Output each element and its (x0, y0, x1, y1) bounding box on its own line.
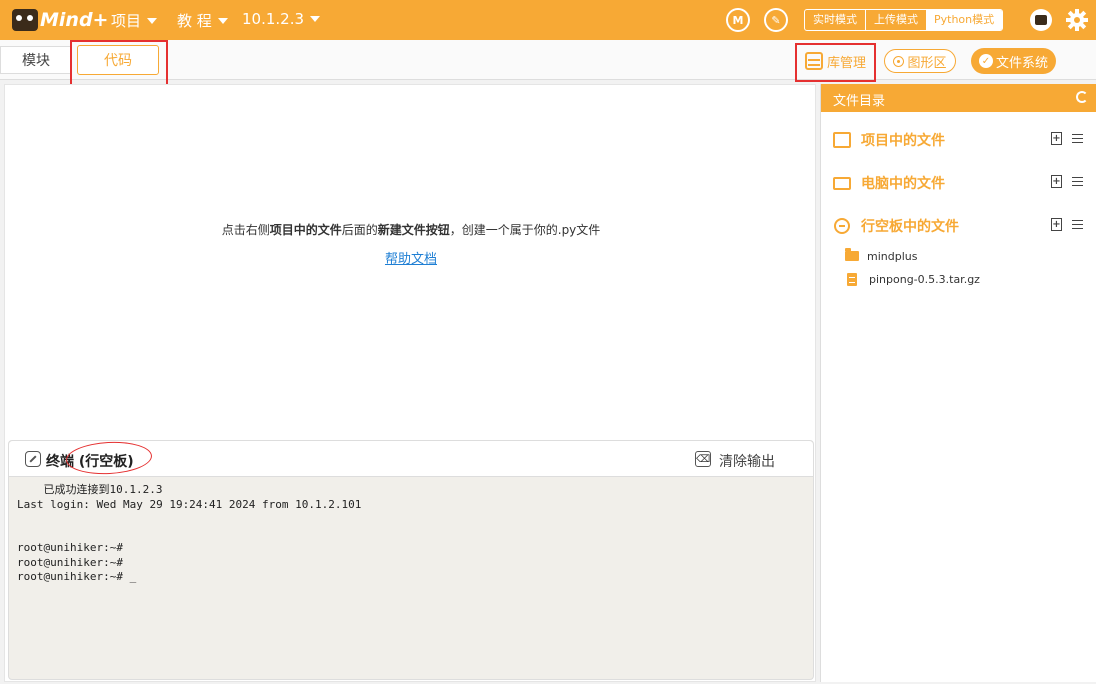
board-icon (834, 218, 850, 234)
section-project-files-label: 项目中的文件 (861, 133, 945, 149)
menu-tutorial[interactable]: 教 程 (177, 10, 228, 31)
chevron-down-icon (310, 16, 321, 22)
menu-device-label: 10.1.2.3 (242, 10, 305, 28)
empty-hint: 点击右侧项目中的文件后面的新建文件按钮，创建一个属于你的.py文件 (5, 221, 817, 238)
menu-project-label: 项目 (111, 12, 142, 30)
clear-output-button[interactable]: 清除输出 (719, 451, 775, 471)
section-board-files[interactable]: 行空板中的文件 + (833, 215, 1083, 237)
new-file-icon[interactable]: + (1051, 132, 1062, 145)
section-board-files-label: 行空板中的文件 (861, 219, 959, 235)
menu-icon[interactable] (1072, 134, 1083, 143)
chevron-down-icon (147, 17, 158, 24)
monitor-icon (833, 176, 851, 190)
section-computer-files-label: 电脑中的文件 (861, 176, 945, 192)
section-actions: + (1051, 175, 1083, 188)
file-directory-header: 文件目录 (821, 84, 1096, 112)
file-directory-panel: 文件目录 项目中的文件 + 电脑中的文件 + 行空板中的文件 + mindplu… (820, 84, 1096, 682)
hint-text: 点击右侧 (221, 223, 270, 237)
terminal-line: 已成功连接到10.1.2.3 (17, 483, 163, 496)
robot-icon[interactable] (1030, 9, 1052, 31)
refresh-icon[interactable] (1076, 91, 1088, 103)
check-icon: ✓ (978, 54, 993, 68)
highlight-box-code-tab (70, 40, 168, 88)
terminal-line: root@unihiker:~# (17, 541, 123, 554)
terminal-line: root@unihiker:~# _ (17, 570, 137, 583)
hint-text: ，创建一个属于你的.py文件 (449, 223, 601, 237)
hint-text: 后面的 (341, 223, 378, 237)
file-icon (847, 272, 857, 286)
graph-area-button[interactable]: 图形区 (884, 49, 956, 73)
menu-tutorial-label: 教 程 (177, 12, 212, 30)
serial-icon[interactable]: M (726, 8, 750, 32)
file-name: pinpong-0.5.3.tar.gz (869, 272, 980, 286)
logo-text: Mind+ (40, 9, 109, 31)
gear-icon[interactable] (1066, 9, 1088, 31)
new-file-icon[interactable]: + (1051, 175, 1062, 188)
new-file-icon[interactable]: + (1051, 218, 1062, 231)
help-doc-link[interactable]: 帮助文档 (5, 248, 817, 267)
graph-area-label: 图形区 (907, 55, 947, 71)
terminal-panel[interactable]: 终端 (行空板) ⌫ 清除输出 已成功连接到10.1.2.3 Last login… (8, 440, 814, 680)
mode-upload[interactable]: 上传模式 (865, 10, 926, 30)
mode-switch: 实时模式 上传模式 Python模式 (804, 9, 1004, 31)
terminal-output[interactable]: 已成功连接到10.1.2.3 Last login: Wed May 29 19:… (17, 483, 361, 585)
file-system-label: 文件系统 (995, 55, 1048, 71)
menu-device[interactable]: 10.1.2.3 (242, 10, 321, 28)
folder-icon (845, 248, 859, 261)
file-name: mindplus (867, 249, 918, 263)
highlight-box-library (795, 43, 876, 82)
file-system-button[interactable]: ✓ 文件系统 (971, 48, 1056, 74)
mode-realtime[interactable]: 实时模式 (805, 10, 865, 30)
top-bar: Mind+ 项目 教 程 10.1.2.3 M ✎ 实时模式 上传模式 Pyth… (0, 0, 1096, 40)
section-project-files[interactable]: 项目中的文件 + (833, 129, 1083, 151)
app-logo[interactable]: Mind+ (12, 6, 108, 34)
list-item[interactable]: pinpong-0.5.3.tar.gz (845, 271, 980, 287)
mode-python[interactable]: Python模式 (926, 10, 1003, 30)
list-icon (833, 132, 851, 148)
radio-icon (893, 55, 905, 67)
terminal-line: Last login: Wed May 29 19:24:41 2024 fro… (17, 497, 362, 511)
section-actions: + (1051, 132, 1083, 145)
terminal-line: root@unihiker:~# (17, 555, 123, 569)
file-directory-title: 文件目录 (833, 94, 886, 109)
hint-bold-new-file-button: 新建文件按钮 (377, 223, 450, 237)
section-actions: + (1051, 218, 1083, 231)
broom-icon[interactable]: ⌫ (695, 451, 711, 467)
menu-icon[interactable] (1072, 177, 1083, 186)
hint-bold-project-files: 项目中的文件 (269, 223, 342, 237)
menu-project[interactable]: 项目 (111, 10, 158, 31)
list-item[interactable]: mindplus (845, 248, 917, 264)
tab-module[interactable]: 模块 (0, 46, 72, 74)
robot-logo-icon (12, 9, 38, 31)
menu-icon[interactable] (1072, 220, 1083, 229)
section-computer-files[interactable]: 电脑中的文件 + (833, 172, 1083, 194)
edit-icon[interactable]: ✎ (764, 8, 788, 32)
chevron-down-icon (217, 17, 228, 24)
link-icon (25, 451, 41, 467)
